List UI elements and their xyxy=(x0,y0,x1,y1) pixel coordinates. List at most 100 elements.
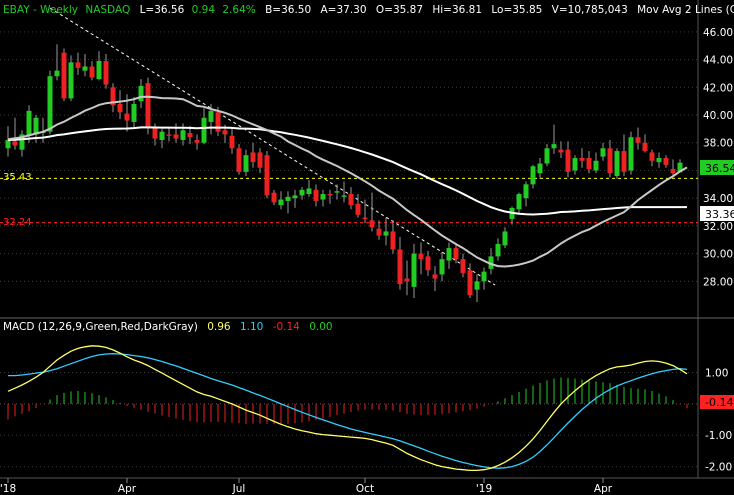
candle-body xyxy=(628,137,634,171)
header-bid: B=36.50 xyxy=(265,4,311,16)
candle-body xyxy=(229,135,235,149)
candle xyxy=(236,144,242,175)
candle-body xyxy=(124,113,130,121)
candle-body xyxy=(103,60,109,85)
candle-body xyxy=(425,256,431,271)
candle-body xyxy=(145,83,151,128)
header-ask: A=37.30 xyxy=(320,4,366,16)
candle-body xyxy=(278,199,284,206)
candle-body xyxy=(54,70,60,77)
candle-body xyxy=(271,192,277,203)
price-tick-label: 42.00 xyxy=(703,82,733,94)
candle-body xyxy=(12,141,18,146)
candle-body xyxy=(481,271,487,282)
ma50-price-tag: 33.36 xyxy=(705,208,734,221)
header-symbol: EBAY xyxy=(3,4,30,16)
candle-body xyxy=(264,155,270,196)
candle-body xyxy=(404,278,410,282)
candle-body xyxy=(467,270,473,296)
candle-body xyxy=(411,253,417,287)
candle xyxy=(61,48,67,102)
header-exchange: NASDAQ xyxy=(85,4,130,16)
candle-body xyxy=(208,110,214,122)
candle-body xyxy=(236,148,242,172)
candle-body xyxy=(152,127,158,139)
candle-body xyxy=(334,191,340,193)
macd-header-signal: 1.10 xyxy=(240,321,263,333)
header-last: L=36.56 xyxy=(140,4,185,16)
candle-body xyxy=(446,248,452,261)
candle-body xyxy=(544,148,550,164)
candle-body xyxy=(586,157,592,170)
candle-body xyxy=(285,196,291,201)
price-tick-label: 32.00 xyxy=(703,221,733,233)
candle-body xyxy=(383,231,389,236)
candle-body xyxy=(551,144,557,149)
candle-body xyxy=(320,194,326,200)
candle xyxy=(628,131,634,175)
candle-body xyxy=(495,243,501,257)
time-tick-label: Oct xyxy=(356,483,374,495)
price-header: EBAY - Weekly NASDAQ L=36.56 0.94 2.64% … xyxy=(3,4,734,16)
candle-body xyxy=(306,188,312,195)
candle-body xyxy=(89,66,95,78)
candle-body xyxy=(355,203,361,215)
candle-body xyxy=(502,231,508,246)
candle-body xyxy=(341,195,347,197)
candle-body xyxy=(159,131,165,140)
candle-body xyxy=(621,151,627,172)
candle-body xyxy=(579,157,585,161)
candle-body xyxy=(593,160,599,171)
candle-body xyxy=(656,157,662,163)
candle-body xyxy=(600,148,606,157)
candle-body xyxy=(96,60,102,79)
header-high: Hi=36.81 xyxy=(432,4,482,16)
candle-body xyxy=(369,220,375,228)
candle-body xyxy=(61,52,67,99)
candle-body xyxy=(117,103,123,113)
candle-body xyxy=(572,157,578,171)
header-period: Weekly xyxy=(40,4,78,16)
candle-body xyxy=(75,62,81,68)
time-tick-label: Apr xyxy=(118,483,137,495)
candle-body xyxy=(635,137,641,143)
candle-body xyxy=(614,151,620,177)
candle-body xyxy=(418,253,424,260)
macd-tick-label: -1.00 xyxy=(705,430,732,442)
header-change-pct: 2.64% xyxy=(222,4,255,16)
candle-body xyxy=(201,117,207,143)
candle-body xyxy=(194,139,200,143)
macd-hist-tag: -0.14 xyxy=(705,396,733,409)
candle-body xyxy=(523,184,529,199)
red-line-label: 32.24 xyxy=(3,217,32,228)
candle-body xyxy=(257,152,263,168)
candle-body xyxy=(327,194,333,196)
candle-body xyxy=(537,163,543,174)
candle-body xyxy=(215,112,221,132)
candle-body xyxy=(362,217,368,219)
time-tick-label: '19 xyxy=(476,483,492,495)
weekly-price-chart[interactable]: 28.0030.0032.0034.0036.0038.0040.0042.00… xyxy=(0,0,734,495)
candle-body xyxy=(565,149,571,172)
header-low: Lo=35.85 xyxy=(491,4,542,16)
candle xyxy=(614,148,620,179)
candle-body xyxy=(516,194,522,210)
price-tick-label: 30.00 xyxy=(703,249,733,261)
candle-body xyxy=(180,130,186,140)
candle-body xyxy=(222,130,228,135)
macd-tick-label: -2.00 xyxy=(705,462,732,474)
candle-body xyxy=(474,281,480,290)
candle-body xyxy=(453,248,459,260)
macd-header-macd: 0.96 xyxy=(207,321,231,333)
price-tick-label: 38.00 xyxy=(703,138,733,150)
last-price-tag: 36.54 xyxy=(705,162,734,175)
macd-header-zero: 0.00 xyxy=(309,321,332,333)
macd-tick-label: 1.00 xyxy=(705,368,728,380)
candle-body xyxy=(299,189,305,196)
candle-body xyxy=(642,142,648,152)
candle-body xyxy=(460,259,466,274)
candle-body xyxy=(376,228,382,236)
candle-body xyxy=(390,231,396,250)
header-open: O=35.87 xyxy=(376,4,423,16)
candle-body xyxy=(649,152,655,161)
